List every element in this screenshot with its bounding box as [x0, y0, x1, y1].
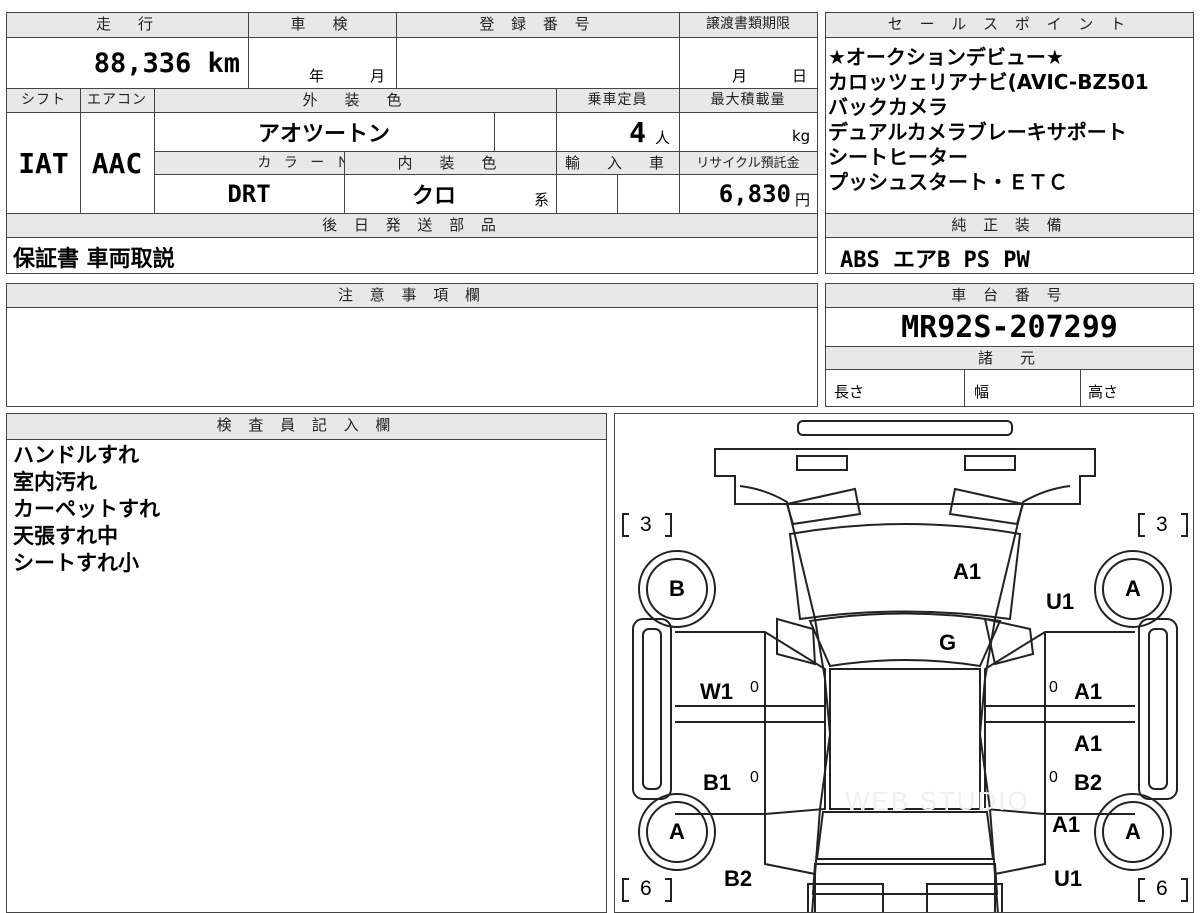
inspector-note: ハンドルすれ — [13, 443, 139, 467]
zero-mark: 0 — [750, 679, 759, 696]
wheel-front-left-mark: B — [669, 576, 685, 601]
interior-color-suffix: 系 — [534, 191, 550, 209]
capacity-value: 4 — [629, 115, 646, 149]
inspector-notes-list: ハンドルすれ 室内汚れ カーペットすれ 天張すれ中 シートすれ小 — [13, 442, 160, 577]
zero-mark: 0 — [1049, 769, 1058, 786]
windshield-mark: G — [939, 630, 957, 655]
sales-line: カロッツェリアナビ(AVIC-BZ501 — [828, 70, 1149, 94]
aircon-value: AAC — [91, 146, 143, 180]
tire-depth-front-left: 3 — [640, 513, 652, 536]
exterior-color-header: 外 装 色 — [154, 89, 556, 112]
wheel-rear-left-mark: A — [669, 819, 685, 844]
inspector-note: 天張すれ中 — [13, 524, 118, 548]
later-parts-value: 保証書 車両取説 — [13, 247, 175, 272]
max-load-header: 最大積載量 — [679, 89, 817, 112]
chassis-number: MR92S-207299 — [901, 309, 1118, 345]
recycle-value: 6,830 — [718, 180, 791, 208]
rear-quarter-left-mark: B2 — [724, 866, 753, 891]
sales-line: デュアルカメラブレーキサポート — [828, 120, 1127, 144]
transfer-day-label: 日 — [792, 67, 808, 85]
rear-door-left-mark: B1 — [703, 770, 732, 795]
transfer-month-label: 月 — [732, 67, 748, 85]
inspection-header: 車 検 — [248, 13, 396, 37]
wheel-rear-right-mark: A — [1125, 819, 1141, 844]
car-outline-drawing — [622, 420, 1188, 912]
tire-depth-rear-left: 6 — [640, 877, 652, 900]
spec-height-label: 高さ — [1088, 383, 1119, 401]
mileage-header: 走 行 — [7, 13, 248, 37]
rear-door-right-top-mark: A1 — [1074, 731, 1103, 756]
vehicle-info-table: 走 行 車 検 登 録 番 号 譲渡書類期限 88,336 km 年 月 月 日… — [6, 12, 818, 274]
chassis-box: 車 台 番 号 MR92S-207299 諸 元 長さ 幅 高さ — [825, 283, 1194, 407]
sales-line: ★オークションデビュー★ — [828, 45, 1064, 69]
sales-point-box: セ ー ル ス ポ イ ン ト ★オークションデビュー★ カロッツェリアナビ(A… — [825, 12, 1194, 274]
tire-depth-rear-right: 6 — [1156, 877, 1168, 900]
specs-header: 諸 元 — [826, 347, 1193, 369]
inspector-note: 室内汚れ — [13, 470, 97, 494]
recycle-header: リサイクル預託金 — [679, 152, 817, 174]
zero-mark: 0 — [750, 769, 759, 786]
zero-mark: 0 — [1049, 679, 1058, 696]
later-parts-header: 後 日 発 送 部 品 — [7, 214, 817, 237]
inspection-year-label: 年 — [309, 67, 325, 85]
equipment-value: ABS エアB PS PW — [840, 248, 1030, 273]
transfer-deadline-header: 譲渡書類期限 — [679, 13, 817, 37]
interior-color-value: クロ — [411, 184, 456, 209]
shift-header: シフト — [7, 89, 80, 112]
hood-mark: A1 — [953, 559, 982, 584]
registration-header: 登 録 番 号 — [396, 13, 679, 37]
inspection-month-label: 月 — [370, 67, 386, 85]
sales-line: プッシュスタート・ＥＴＣ — [828, 170, 1068, 194]
rear-quarter-right-mark: U1 — [1054, 866, 1083, 891]
car-damage-diagram: 3 3 6 6 B A A A A1 U1 G W1 A1 A1 B1 B2 A… — [614, 413, 1194, 913]
inspector-note: シートすれ小 — [13, 551, 139, 575]
mileage-value: 88,336 km — [93, 47, 240, 79]
exterior-color-value: アオツートン — [257, 122, 390, 147]
inspector-note: カーペットすれ — [13, 497, 160, 521]
spec-length-label: 長さ — [834, 383, 865, 401]
caution-header: 注 意 事 項 欄 — [7, 284, 817, 307]
interior-color-header: 内 装 色 — [344, 152, 556, 174]
front-door-left-mark: W1 — [700, 679, 733, 704]
equipment-header: 純 正 装 備 — [826, 214, 1193, 237]
front-door-right-mark: A1 — [1074, 679, 1103, 704]
max-load-unit: kg — [792, 127, 811, 145]
shift-value: IAT — [18, 146, 69, 180]
front-fender-right-mark: U1 — [1046, 589, 1075, 614]
inspector-notes-box: 検 査 員 記 入 欄 ハンドルすれ 室内汚れ カーペットすれ 天張すれ中 シー… — [6, 413, 607, 913]
sales-line: バックカメラ — [828, 95, 948, 119]
sales-point-header: セ ー ル ス ポ イ ン ト — [826, 13, 1193, 37]
inspector-header: 検 査 員 記 入 欄 — [7, 414, 606, 439]
aircon-header: エアコン — [80, 89, 154, 112]
caution-box: 注 意 事 項 欄 — [6, 283, 818, 407]
recycle-unit: 円 — [795, 191, 811, 209]
sales-line: シートヒーター — [828, 145, 968, 169]
color-no-value: DRT — [227, 180, 271, 208]
wheel-front-right-mark: A — [1125, 576, 1141, 601]
tire-depth-front-right: 3 — [1156, 513, 1168, 536]
rear-fender-right-mark: A1 — [1052, 812, 1081, 837]
chassis-header: 車 台 番 号 — [826, 284, 1193, 307]
spec-width-label: 幅 — [974, 383, 990, 401]
capacity-unit: 人 — [655, 129, 671, 147]
import-header: 輸 入 車 — [556, 152, 679, 174]
capacity-header: 乗車定員 — [556, 89, 679, 112]
sales-point-list: ★オークションデビュー★ カロッツェリアナビ(AVIC-BZ501 バックカメラ… — [828, 45, 1193, 195]
rear-door-right-mark: B2 — [1074, 770, 1103, 795]
watermark: WEB STUDIO — [845, 786, 1030, 816]
